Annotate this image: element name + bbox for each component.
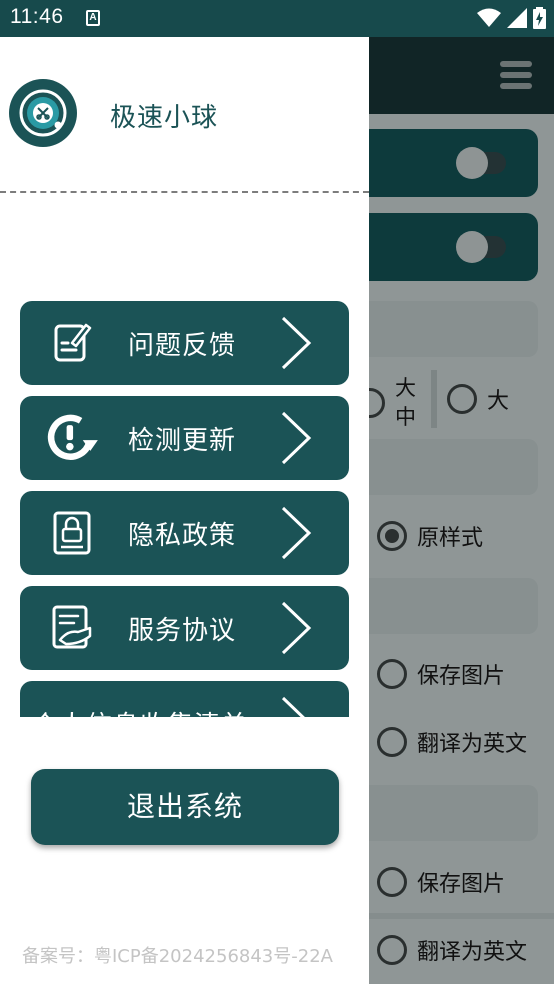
option-translate-english-2: 翻译为英文 (377, 934, 527, 966)
signal-icon (507, 8, 527, 28)
option-translate-english: 翻译为英文 (377, 726, 527, 758)
menu-item-service-agreement[interactable]: 服务协议 (20, 586, 349, 670)
background-section-header (369, 301, 538, 357)
menu-item-label: 检测更新 (128, 426, 237, 456)
battery-charging-icon (533, 7, 546, 29)
background-toggle-card-2 (369, 213, 538, 281)
notification-a-icon: A (86, 10, 100, 26)
background-section-header-3 (369, 578, 538, 634)
option-save-image-2: 保存图片 (377, 866, 505, 898)
vertical-divider (431, 370, 437, 428)
menu-item-personal-info-list[interactable]: 个人信息收集清单 (20, 681, 349, 717)
background-toggle-card-1 (369, 129, 538, 197)
feedback-edit-icon (54, 323, 92, 362)
chevron-right-icon (281, 316, 312, 370)
system-icons (477, 7, 546, 29)
style-option-original: 原样式 (377, 520, 483, 552)
background-section-header-2 (369, 439, 538, 495)
service-agreement-icon (52, 605, 92, 649)
status-bar: 11:46 A (0, 0, 554, 37)
ball-logo-icon (19, 89, 67, 137)
navigation-drawer: 极速小球 问题反馈 检测更新 隐私政策 服务协议 退出系统 备案号：粤ICP备2… (0, 37, 369, 984)
toggle-switch-1 (456, 147, 506, 179)
option-save-image: 保存图片 (377, 658, 505, 690)
size-option-large: 大 (447, 383, 509, 415)
check-update-icon (47, 414, 98, 460)
menu-item-label: 个人信息收集清单 (32, 705, 248, 717)
chevron-right-icon (281, 411, 312, 465)
menu-item-label: 服务协议 (128, 616, 237, 646)
menu-item-label: 问题反馈 (128, 331, 237, 361)
chevron-right-icon (281, 696, 305, 717)
wifi-icon (477, 8, 501, 27)
chevron-right-icon (281, 506, 312, 560)
app-logo (9, 79, 77, 147)
background-separator (369, 913, 554, 919)
hamburger-menu-icon (500, 61, 532, 91)
app-name: 极速小球 (110, 103, 219, 133)
status-time: 11:46 (10, 5, 64, 28)
logout-button[interactable]: 退出系统 (31, 769, 339, 845)
privacy-lock-icon (53, 511, 91, 555)
menu-list[interactable]: 问题反馈 检测更新 隐私政策 服务协议 (0, 299, 369, 717)
chevron-right-icon (281, 601, 312, 655)
background-app-scrim[interactable]: 大中 大 原样式 保存图片 翻译为英文 保存图片 翻译为英文 (369, 37, 554, 984)
menu-item-privacy[interactable]: 隐私政策 (20, 491, 349, 575)
toggle-switch-2 (456, 231, 506, 263)
size-option-large-medium: 大中 (369, 374, 419, 432)
dashed-divider (0, 191, 369, 193)
icp-record-text[interactable]: 备案号：粤ICP备2024256843号-22A (22, 942, 333, 968)
menu-item-label: 隐私政策 (128, 521, 237, 551)
menu-item-check-update[interactable]: 检测更新 (20, 396, 349, 480)
background-section-header-4 (369, 785, 538, 841)
background-toolbar (369, 37, 554, 114)
menu-item-feedback[interactable]: 问题反馈 (20, 301, 349, 385)
